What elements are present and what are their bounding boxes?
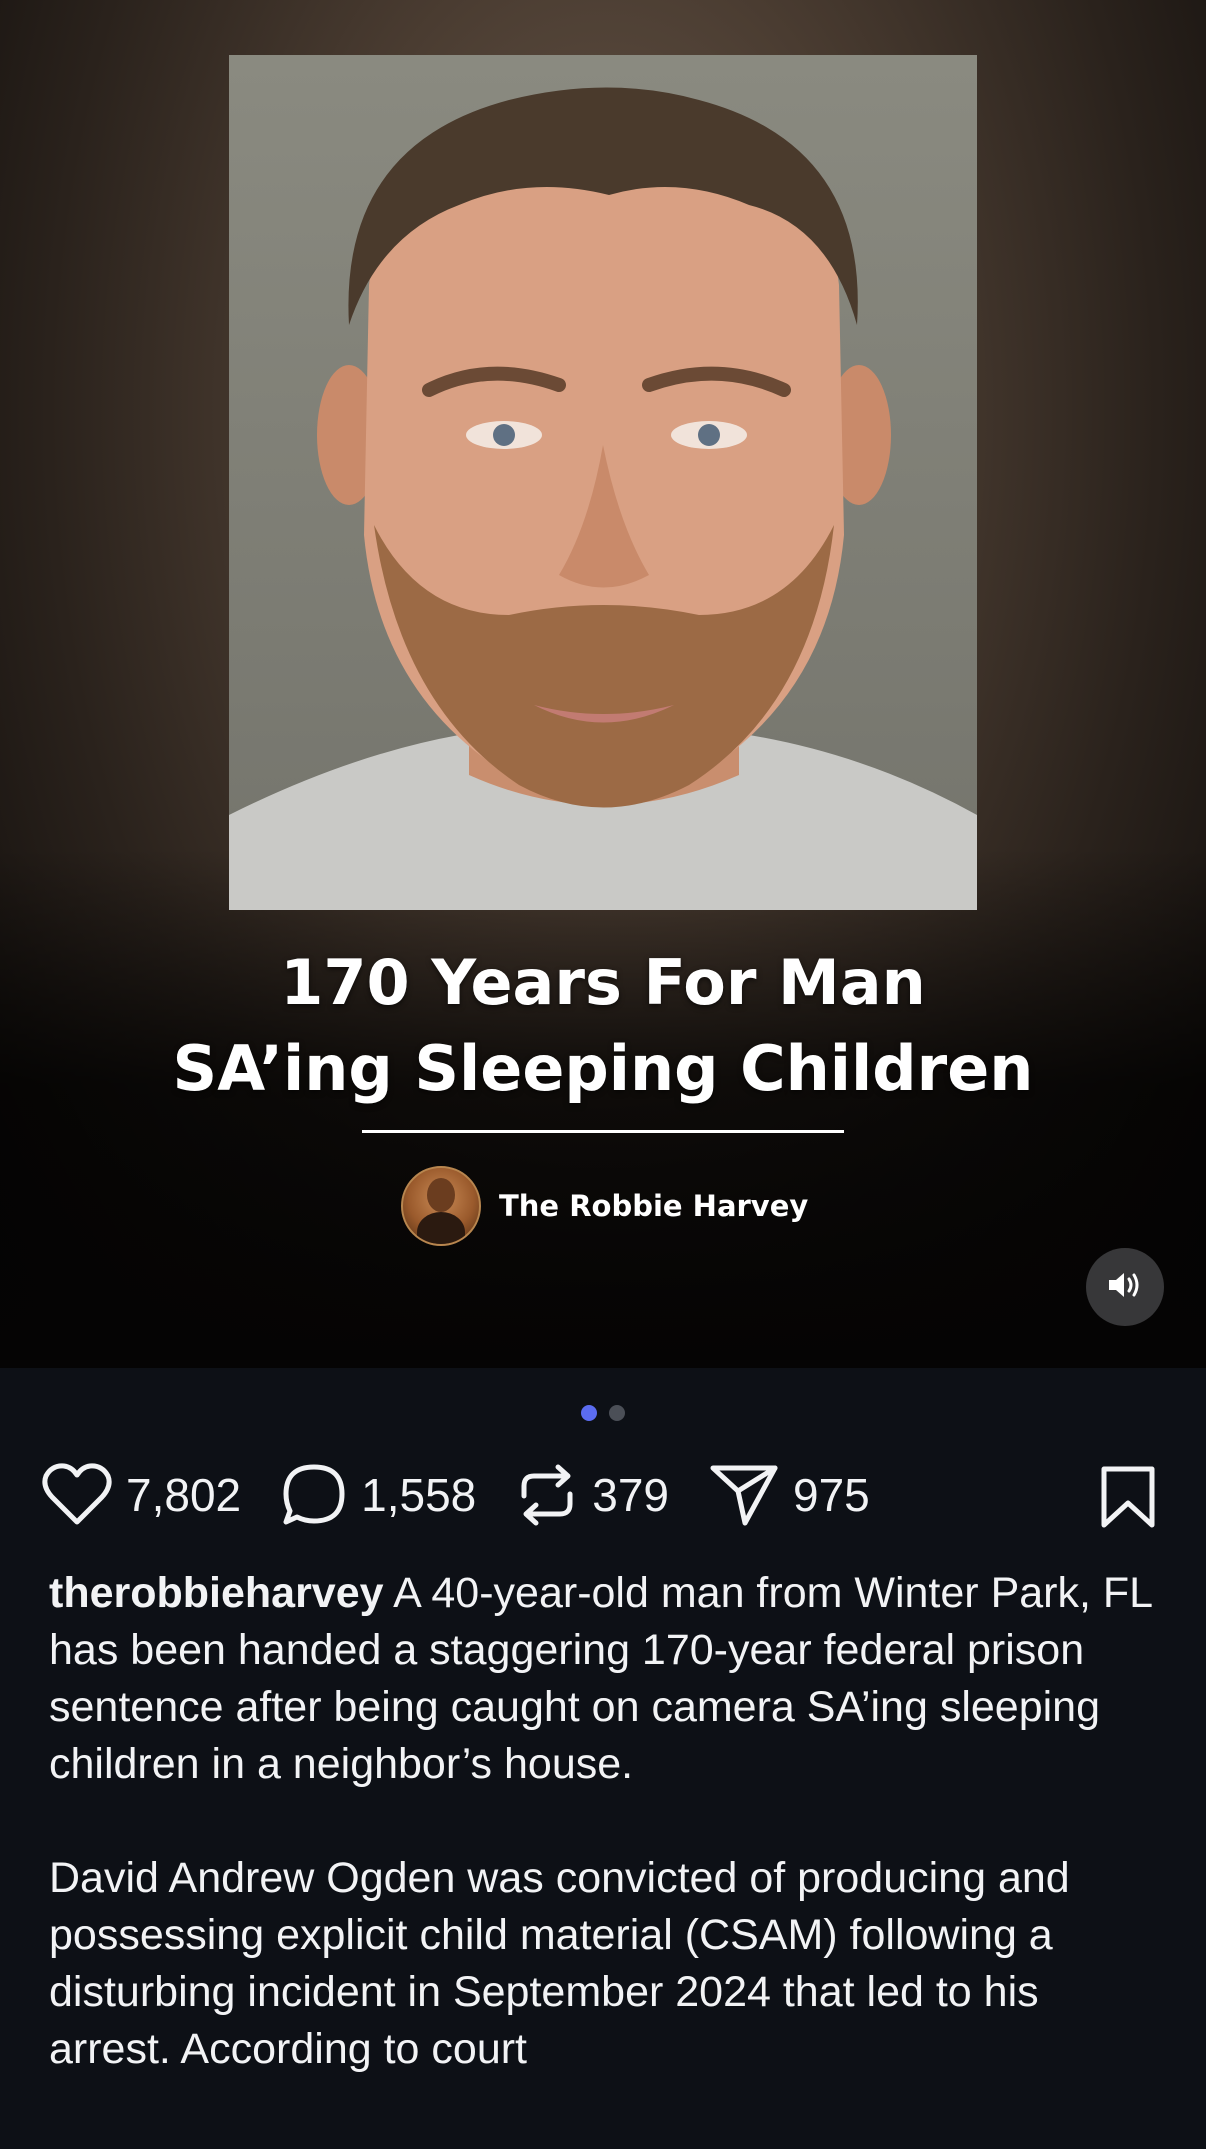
headline-divider (362, 1130, 844, 1133)
bookmark-icon (1098, 1466, 1158, 1533)
share-count: 975 (793, 1469, 870, 1521)
comment-button[interactable]: 1,558 (281, 1462, 476, 1528)
carousel-dot-2[interactable] (609, 1405, 625, 1421)
action-bar: 7,802 1,558 379 975 (42, 1458, 910, 1532)
headline-line-1: 170 Years For Man (280, 946, 926, 1019)
caption-paragraph-1: therobbieharvey A 40-year-old man from W… (49, 1565, 1169, 1793)
repost-count: 379 (592, 1469, 669, 1521)
comment-count: 1,558 (361, 1469, 477, 1521)
carousel-indicator (0, 1405, 1206, 1421)
author-name: The Robbie Harvey (499, 1189, 809, 1223)
post-headline: 170 Years For Man SA’ing Sleeping Childr… (0, 940, 1206, 1112)
volume-button[interactable] (1086, 1248, 1164, 1326)
post-caption: therobbieharvey A 40-year-old man from W… (49, 1565, 1169, 2078)
send-paper-plane-icon (709, 1462, 779, 1528)
author-avatar (401, 1166, 481, 1246)
mugshot-photo (229, 55, 977, 910)
headline-line-2: SA’ing Sleeping Children (172, 1032, 1034, 1105)
repost-arrows-icon (516, 1462, 578, 1528)
caption-paragraph-2: David Andrew Ogden was convicted of prod… (49, 1854, 1070, 2073)
like-count: 7,802 (126, 1469, 242, 1521)
save-button[interactable] (1098, 1465, 1158, 1534)
post-byline: The Robbie Harvey (401, 1166, 809, 1246)
post-media[interactable]: 170 Years For Man SA’ing Sleeping Childr… (0, 0, 1206, 1368)
share-button[interactable]: 975 (709, 1462, 870, 1528)
carousel-dot-1[interactable] (581, 1405, 597, 1421)
speaker-volume-icon (1107, 1269, 1143, 1306)
comment-bubble-icon (281, 1462, 347, 1528)
heart-icon (42, 1462, 112, 1528)
caption-username[interactable]: therobbieharvey (49, 1569, 384, 1617)
like-button[interactable]: 7,802 (42, 1462, 241, 1528)
repost-button[interactable]: 379 (516, 1462, 669, 1528)
